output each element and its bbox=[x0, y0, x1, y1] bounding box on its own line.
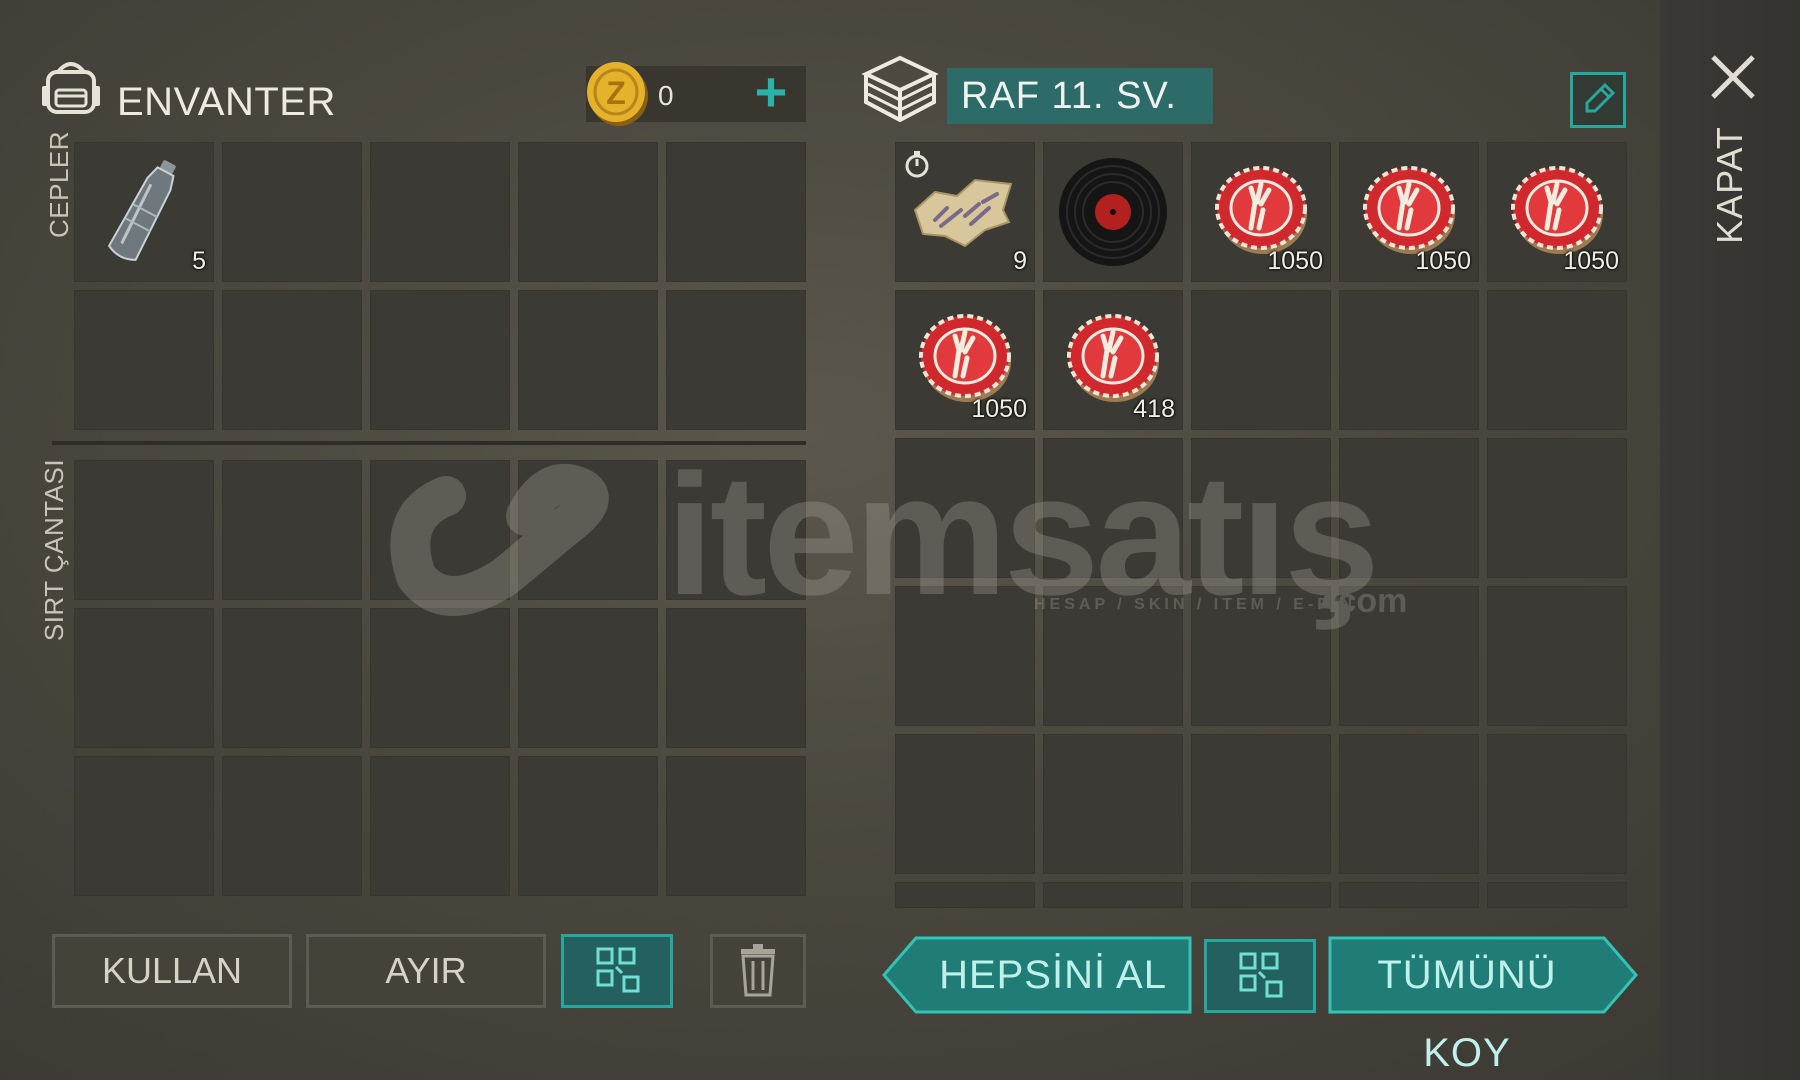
inventory-slot[interactable]: 5 bbox=[74, 142, 214, 282]
edit-button[interactable] bbox=[1570, 72, 1626, 128]
shelf-slot[interactable] bbox=[1191, 734, 1331, 874]
backpack-slot[interactable] bbox=[74, 756, 214, 896]
shelf-slot[interactable]: 1050 bbox=[895, 290, 1035, 430]
shelf-slot[interactable] bbox=[1487, 882, 1627, 908]
coin-icon: Z bbox=[587, 62, 648, 126]
sort-shelf-button[interactable] bbox=[1204, 939, 1316, 1013]
inventory-slot[interactable] bbox=[222, 142, 362, 282]
shelf-slot[interactable] bbox=[1487, 586, 1627, 726]
item-quantity: 418 bbox=[1133, 395, 1175, 423]
item-quantity: 1050 bbox=[971, 395, 1027, 423]
backpack-slot[interactable] bbox=[222, 756, 362, 896]
put-all-label: TÜMÜNÜ KOY bbox=[1377, 953, 1557, 1075]
shelf-slot[interactable] bbox=[1043, 438, 1183, 578]
shelf-slot[interactable] bbox=[1339, 290, 1479, 430]
shelf-slot[interactable] bbox=[1339, 734, 1479, 874]
item-quantity: 9 bbox=[1013, 247, 1027, 275]
inventory-slot[interactable] bbox=[518, 290, 658, 430]
backpack-slot[interactable] bbox=[222, 460, 362, 600]
shelf-slot[interactable] bbox=[895, 586, 1035, 726]
backpack-slot[interactable] bbox=[518, 608, 658, 748]
inventory-slot[interactable] bbox=[518, 142, 658, 282]
backpack-slot[interactable] bbox=[222, 608, 362, 748]
currency-value: 0 bbox=[658, 80, 674, 111]
delete-button[interactable] bbox=[710, 934, 806, 1008]
shelf-name: RAF 11. SV. bbox=[947, 68, 1213, 124]
section-divider bbox=[52, 441, 806, 445]
shelf-slot[interactable] bbox=[1191, 882, 1331, 908]
backpack-grid bbox=[74, 460, 806, 896]
shelf-slot[interactable] bbox=[1487, 734, 1627, 874]
inventory-slot[interactable] bbox=[370, 142, 510, 282]
shelf-slot[interactable] bbox=[1191, 586, 1331, 726]
backpack-icon bbox=[42, 62, 100, 114]
pockets-grid: 5 bbox=[74, 142, 806, 430]
inventory-slot[interactable] bbox=[370, 290, 510, 430]
edit-brush-icon bbox=[1585, 82, 1616, 113]
item-quantity: 1050 bbox=[1415, 247, 1471, 275]
shelf-slot[interactable] bbox=[1191, 290, 1331, 430]
shelf-slot[interactable]: 9 bbox=[895, 142, 1035, 282]
item-quantity: 5 bbox=[192, 247, 206, 275]
inventory-slot[interactable] bbox=[666, 290, 806, 430]
pockets-label: CEPLER bbox=[44, 130, 74, 238]
shelf-slot[interactable] bbox=[1043, 142, 1183, 282]
backpack-slot[interactable] bbox=[518, 460, 658, 600]
backpack-slot[interactable] bbox=[666, 460, 806, 600]
shelf-slot[interactable] bbox=[1487, 290, 1627, 430]
shelf-slot[interactable] bbox=[1043, 586, 1183, 726]
trash-icon bbox=[741, 944, 775, 997]
use-button[interactable]: KULLAN bbox=[52, 934, 292, 1008]
backpack-slot[interactable] bbox=[370, 756, 510, 896]
item-quantity: 1050 bbox=[1267, 247, 1323, 275]
shelf-slot[interactable]: 418 bbox=[1043, 290, 1183, 430]
grid-sort-icon bbox=[1239, 952, 1283, 998]
inventory-slot[interactable] bbox=[74, 290, 214, 430]
add-currency-button[interactable]: + bbox=[748, 64, 794, 120]
storage-box-icon bbox=[861, 55, 939, 123]
take-all-label: HEPSİNİ AL bbox=[939, 953, 1167, 997]
svg-text:Z: Z bbox=[606, 75, 626, 111]
close-label[interactable]: KAPAT bbox=[1709, 120, 1750, 250]
shelf-slot[interactable] bbox=[895, 882, 1035, 908]
shelf-slot[interactable] bbox=[1339, 438, 1479, 578]
backpack-slot[interactable] bbox=[74, 460, 214, 600]
backpack-label: SIRT ÇANTASI bbox=[39, 458, 69, 642]
backpack-slot[interactable] bbox=[370, 460, 510, 600]
shelf-slot[interactable]: 1050 bbox=[1487, 142, 1627, 282]
grid-sort-icon bbox=[596, 947, 640, 993]
backpack-slot[interactable] bbox=[370, 608, 510, 748]
shelf-slot[interactable]: 1050 bbox=[1191, 142, 1331, 282]
inventory-title: ENVANTER bbox=[117, 80, 336, 124]
sort-inventory-button[interactable] bbox=[561, 934, 673, 1008]
shelf-slot[interactable] bbox=[1339, 586, 1479, 726]
shelf-slot[interactable] bbox=[895, 734, 1035, 874]
split-button[interactable]: AYIR bbox=[306, 934, 546, 1008]
shelf-grid: 9 1050 1050 1050 1050 418 bbox=[895, 142, 1627, 908]
inventory-slot[interactable] bbox=[666, 142, 806, 282]
map-fragment-icon bbox=[913, 178, 1013, 248]
backpack-slot[interactable] bbox=[666, 608, 806, 748]
shelf-slot[interactable] bbox=[1339, 882, 1479, 908]
shelf-slot[interactable] bbox=[1487, 438, 1627, 578]
backpack-slot[interactable] bbox=[666, 756, 806, 896]
take-all-button[interactable]: HEPSİNİ AL bbox=[882, 936, 1192, 1014]
shelf-slot[interactable] bbox=[1191, 438, 1331, 578]
item-quantity: 1050 bbox=[1563, 247, 1619, 275]
backpack-slot[interactable] bbox=[518, 756, 658, 896]
backpack-slot[interactable] bbox=[74, 608, 214, 748]
close-icon[interactable] bbox=[1708, 52, 1758, 102]
vinyl-record-icon bbox=[1059, 158, 1167, 266]
put-all-button[interactable]: TÜMÜNÜ KOY bbox=[1328, 936, 1640, 1075]
shelf-slot[interactable]: 1050 bbox=[1339, 142, 1479, 282]
shelf-slot[interactable] bbox=[895, 438, 1035, 578]
inventory-slot[interactable] bbox=[222, 290, 362, 430]
shelf-slot[interactable] bbox=[1043, 882, 1183, 908]
shelf-slot[interactable] bbox=[1043, 734, 1183, 874]
plastic-bottle-icon bbox=[107, 160, 176, 261]
